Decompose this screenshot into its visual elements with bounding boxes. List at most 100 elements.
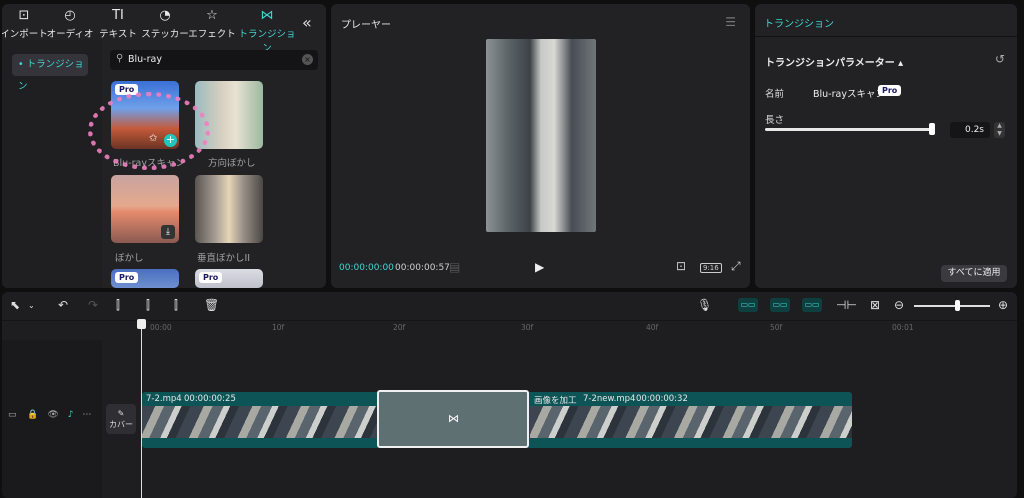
length-input[interactable]: 0.2s [950,122,990,138]
total-duration: 00:00:00:57 [395,263,450,273]
transition-tile-vertical-blur-2[interactable] [195,175,263,243]
transition-tile[interactable]: Pro [111,269,179,288]
transition-block[interactable]: ⋈ [377,390,529,448]
ruler-tick: 10f [272,323,285,332]
ruler-tick: 30f [521,323,534,332]
clip-name: 7-2new.mp4 [583,394,636,404]
tab-sticker[interactable]: ◔ ステッカー [139,8,191,40]
tab-import[interactable]: ⊡ インポート [2,8,50,40]
section-title[interactable]: トランジションパラメーター ▴ [765,54,903,69]
timeline-toolbar: ⬉ ⌄ ↶ ↷ ⫿ ⫿ ⫿ 🗑 🎙 ▭▭ ▭▭ ▭▭ ⊣⊢ ⊠ ⊖ ⊕ [2,292,1017,321]
transition-icon: ⋈ [260,8,274,23]
sidebar-item-transition[interactable]: • トランジション [12,54,88,92]
tab-audio-label: オーディオ [46,29,94,40]
tab-effect[interactable]: ☆ エフェクト [186,8,238,40]
zoom-slider[interactable] [914,305,990,307]
pro-badge: Pro [199,272,223,283]
playhead-handle[interactable] [137,319,146,329]
sticker-icon: ◔ [159,8,171,23]
timeline-panel: ⬉ ⌄ ↶ ↷ ⫿ ⫿ ⫿ 🗑 🎙 ▭▭ ▭▭ ▭▭ ⊣⊢ ⊠ ⊖ ⊕ 00:0… [2,292,1017,498]
length-label: 長さ [765,115,785,126]
zoom-fit-icon[interactable]: ⊡ [676,259,686,273]
zoom-in-icon[interactable]: ⊕ [998,298,1008,312]
zoom-out-icon[interactable]: ⊖ [894,298,904,312]
ruler-tick: 00:00 [150,323,172,332]
tile-label: 方向ぼかし [208,158,256,169]
search-input[interactable]: ⚲ Blu-ray × [110,50,318,70]
import-icon: ⊡ [18,8,30,23]
tab-import-label: インポート [2,29,48,40]
category-sidebar: • トランジション [2,40,102,288]
download-icon[interactable]: ⤓ [161,225,175,239]
audio-icon: ◴ [64,8,76,23]
visibility-eye-icon[interactable]: 👁 [47,410,58,420]
pro-badge: Pro [115,272,139,283]
tab-transition[interactable]: ⋈ トランジション [236,8,298,54]
track-type-icon: ▭ [8,410,17,420]
pro-badge: Pro [878,85,902,96]
clip-duration: 00:00:00:32 [636,394,688,404]
time-ruler[interactable]: 00:00 10f 20f 30f 40f 50f 00:01 [138,320,1017,338]
ruler-tick: 50f [770,323,783,332]
linkage-icon[interactable]: ▭▭ [802,298,822,312]
clip-thumbnails[interactable] [142,406,377,438]
properties-title[interactable]: トランジション [764,15,834,30]
zoom-slider-thumb[interactable] [955,300,960,311]
length-slider-thumb[interactable] [929,123,935,135]
aspect-ratio-button[interactable]: 9:16 [700,263,722,273]
delete-left-icon[interactable]: ⫿ [146,298,150,313]
ruler-tick: 00:01 [892,323,914,332]
auto-snap-icon[interactable]: ▭▭ [770,298,790,312]
transition-tile-blur[interactable]: ⤓ [111,175,179,243]
reset-icon[interactable]: ↺ [995,52,1005,66]
select-tool-icon[interactable]: ⬉ [10,298,20,312]
collapse-panel-icon[interactable]: « [302,13,312,32]
lock-icon[interactable]: 🔒 [27,410,38,420]
fullscreen-icon[interactable]: ⤢ [731,259,741,274]
tab-effect-label: エフェクト [188,29,236,40]
tab-audio[interactable]: ◴ オーディオ [44,8,96,40]
name-value: Blu-rayスキャン [813,89,885,100]
playhead[interactable] [141,320,142,498]
properties-panel: トランジション トランジションパラメーター ▴ ↺ 名前 Blu-rayスキャン… [755,4,1017,288]
cover-label: カバー [109,420,133,429]
clip-duration: 00:00:00:25 [184,394,236,404]
delete-right-icon[interactable]: ⫿ [174,298,178,313]
split-preview-icon[interactable]: ⊣⊢ [836,298,857,312]
clear-search-icon[interactable]: × [302,54,313,65]
length-slider[interactable] [765,128,933,131]
media-panel: ⊡ インポート ◴ オーディオ TI テキスト ◔ ステッカー ☆ エフェクト … [2,4,326,288]
tab-sticker-label: ステッカー [141,29,189,40]
transition-tile[interactable]: Pro [195,269,263,288]
search-icon: ⚲ [116,53,124,64]
split-icon[interactable]: ⫿ [116,298,120,313]
more-icon[interactable]: ⋯ [82,410,91,420]
tile-label: ぼかし [115,253,144,264]
preview-axis-icon[interactable]: ⊠ [870,298,880,312]
current-time: 00:00:00:00 [339,263,394,273]
audio-icon[interactable]: ♪ [68,410,74,420]
tile-label: 垂直ぼかしII [197,253,251,264]
track-controls: ▭ 🔒 👁 ♪ ⋯ [8,410,108,420]
delete-icon[interactable]: 🗑 [204,298,219,312]
play-icon[interactable]: ▶ [535,260,544,274]
audio-levels-icon: ▤ [449,260,461,274]
chevron-down-icon[interactable]: ⌄ [28,301,35,310]
edit-icon: ✎ [117,409,125,418]
redo-icon[interactable]: ↷ [88,298,98,312]
tab-text[interactable]: TI テキスト [92,8,144,40]
clip-thumbnails[interactable] [530,406,852,438]
effect-icon: ☆ [206,8,218,23]
main-track-magnet-icon[interactable]: ▭▭ [738,298,758,312]
cover-button[interactable]: ✎ カバー [106,404,136,434]
microphone-icon[interactable]: 🎙 [697,298,712,312]
apply-all-button[interactable]: すべてに適用 [941,265,1007,282]
player-title: プレーヤー [341,20,391,31]
video-preview[interactable] [486,39,596,232]
properties-header: トランジション [755,4,1017,37]
length-stepper[interactable]: ▲ ▼ [994,122,1005,138]
undo-icon[interactable]: ↶ [58,298,68,312]
annotation-highlight-ring [88,92,210,170]
menu-icon[interactable]: ☰ [725,15,736,29]
ruler-tick: 20f [393,323,406,332]
